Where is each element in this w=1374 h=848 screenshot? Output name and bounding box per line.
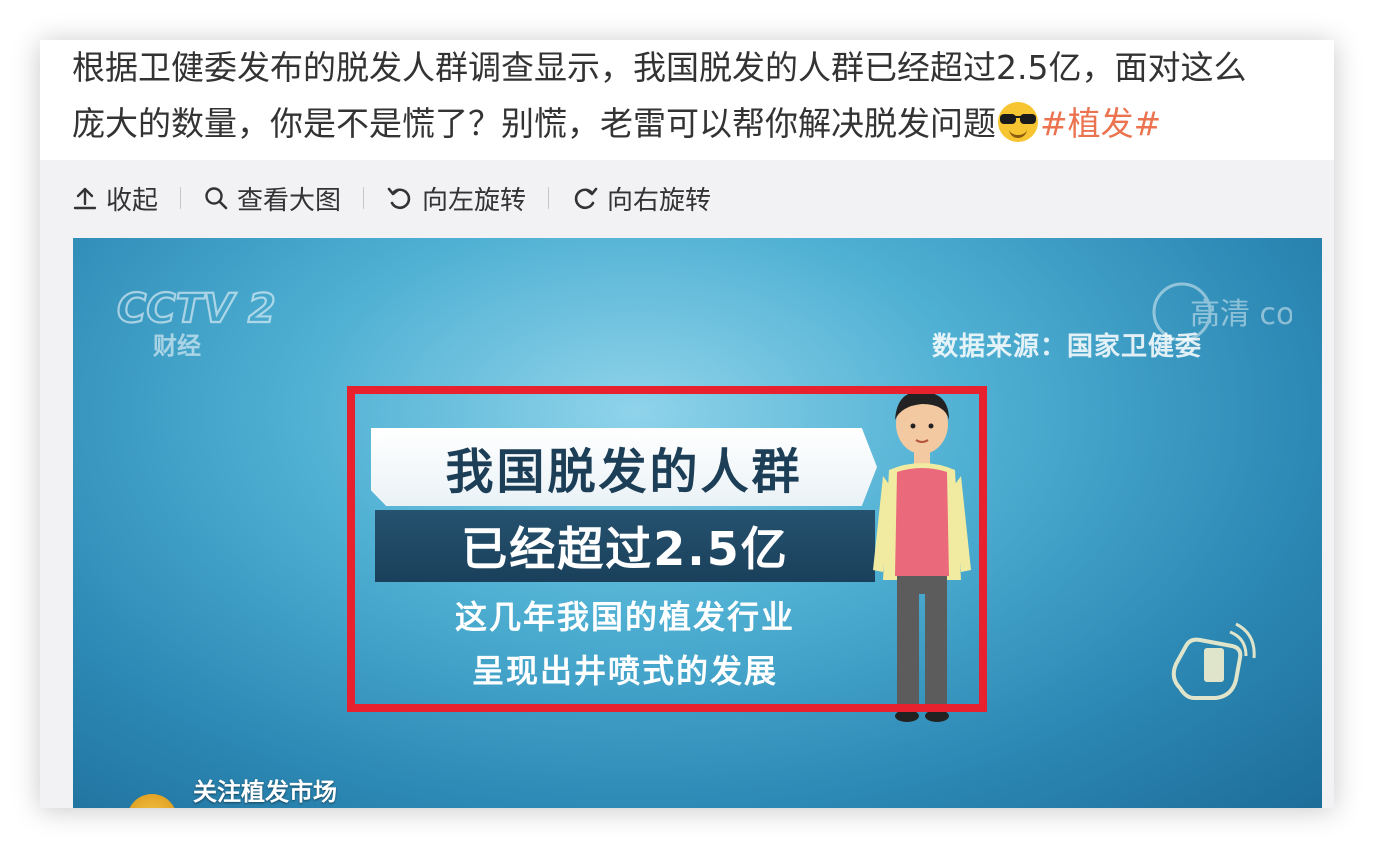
rotate-left-label: 向左旋转 <box>422 185 527 216</box>
rotate-right-label: 向右旋转 <box>607 185 712 216</box>
collapse-label: 收起 <box>106 185 159 216</box>
post-text-line-2: 庞大的数量，你是不是慌了？别慌，老雷可以帮你解决脱发问题 #植发# <box>72 96 1317 152</box>
collapse-up-icon <box>73 187 97 210</box>
watermark-text: 高清 com <box>1190 297 1292 332</box>
collapse-button[interactable]: 收起 <box>72 180 158 217</box>
weibo-post-card: 根据卫健委发布的脱发人群调查显示，我国脱发的人群已经超过2.5亿，面对这么 庞大… <box>40 40 1334 808</box>
highlight-red-box <box>347 386 987 712</box>
rotate-right-button[interactable]: 向右旋转 <box>571 180 711 217</box>
toolbar-divider <box>548 187 550 209</box>
post-text-line-1: 根据卫健委发布的脱发人群调查显示，我国脱发的人群已经超过2.5亿，面对这么 <box>72 48 1247 87</box>
view-large-button[interactable]: 查看大图 <box>203 180 341 217</box>
toolbar-divider <box>180 187 182 209</box>
media-toolbar: 收起 查看大图 向左旋转 向右旋转 <box>72 178 711 218</box>
cctv-logo-sub: 财经 <box>153 332 201 360</box>
magnifier-icon <box>205 187 228 210</box>
cool-face-sunglasses-icon <box>998 102 1038 142</box>
cctv-logo-text: CCTV 2 <box>117 286 276 332</box>
post-image[interactable]: CCTV 2 财经 高清 com 数据来源：国家卫健委 我国脱发的人群 已经超过… <box>73 238 1322 808</box>
post-text-line-2-body: 庞大的数量，你是不是慌了？别慌，老雷可以帮你解决脱发问题 <box>72 104 996 143</box>
lower-third-caption: 关注植发市场 <box>193 778 337 806</box>
rotate-right-icon <box>574 187 598 210</box>
rotate-left-icon <box>387 187 411 210</box>
lower-third-badge <box>127 794 177 808</box>
view-large-label: 查看大图 <box>237 185 342 216</box>
expanded-media-panel: 收起 查看大图 向左旋转 向右旋转 CCTV 2 财经 高清 co 数据来源：国… <box>40 160 1334 808</box>
rotate-left-button[interactable]: 向左旋转 <box>386 180 526 217</box>
hand-touch-icon <box>1171 622 1256 700</box>
post-text: 根据卫健委发布的脱发人群调查显示，我国脱发的人群已经超过2.5亿，面对这么 庞大… <box>72 40 1317 152</box>
toolbar-divider <box>363 187 365 209</box>
data-source-caption: 数据来源：国家卫健委 <box>931 332 1202 362</box>
cctv-channel-logo: CCTV 2 财经 <box>116 285 277 360</box>
hashtag-link[interactable]: #植发# <box>1040 104 1161 143</box>
